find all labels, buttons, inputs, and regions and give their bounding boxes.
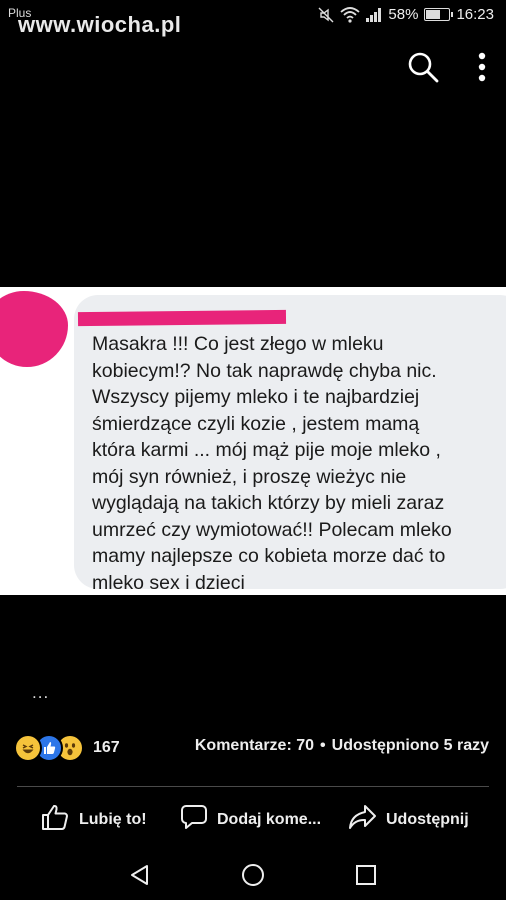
home-icon[interactable] <box>241 863 265 892</box>
post-ellipsis[interactable]: ... <box>32 683 49 703</box>
system-navigation-bar <box>0 850 506 900</box>
clock: 16:23 <box>456 6 494 23</box>
battery-percent: 58% <box>388 6 419 23</box>
comment-button[interactable]: Dodaj kome... <box>180 803 321 836</box>
comments-count[interactable]: Komentarze: 70 <box>195 737 314 754</box>
haha-reaction-icon <box>14 734 42 762</box>
divider <box>17 786 489 787</box>
status-icons: 58% 16:23 <box>318 6 494 23</box>
like-label: Lubię to! <box>79 810 147 828</box>
post-image[interactable]: Masakra !!! Co jest złego w mleku kobiec… <box>0 287 506 595</box>
share-button[interactable]: Udostępnij <box>347 803 469 836</box>
signal-icon <box>366 7 382 22</box>
share-label: Udostępnij <box>386 810 469 828</box>
comment-label: Dodaj kome... <box>217 810 322 828</box>
comment-text: Masakra !!! Co jest złego w mleku kobiec… <box>92 333 452 594</box>
wifi-icon <box>340 6 361 23</box>
battery-icon <box>424 8 454 21</box>
more-vertical-icon[interactable] <box>478 52 486 87</box>
like-button[interactable]: Lubię to! <box>40 803 147 836</box>
recents-icon[interactable] <box>354 863 378 892</box>
search-icon[interactable] <box>406 50 440 89</box>
reactions-summary[interactable]: 167 <box>14 734 120 762</box>
avatar-redacted <box>0 291 68 367</box>
comment-icon <box>180 803 208 836</box>
post-action-bar: Lubię to! Dodaj kome... Udostępnij <box>0 803 506 837</box>
share-icon <box>347 803 377 836</box>
top-actions <box>406 50 486 89</box>
name-redaction <box>77 309 287 327</box>
shares-count[interactable]: Udostępniono 5 razy <box>332 737 489 754</box>
stats-separator: • <box>320 737 326 754</box>
reaction-count: 167 <box>93 739 120 756</box>
watermark: www.wiocha.pl <box>18 12 182 37</box>
back-icon[interactable] <box>128 863 152 892</box>
post-stats: Komentarze: 70 • Udostępniono 5 razy <box>195 737 489 755</box>
mute-icon <box>318 7 334 23</box>
thumbs-up-icon <box>40 803 70 836</box>
